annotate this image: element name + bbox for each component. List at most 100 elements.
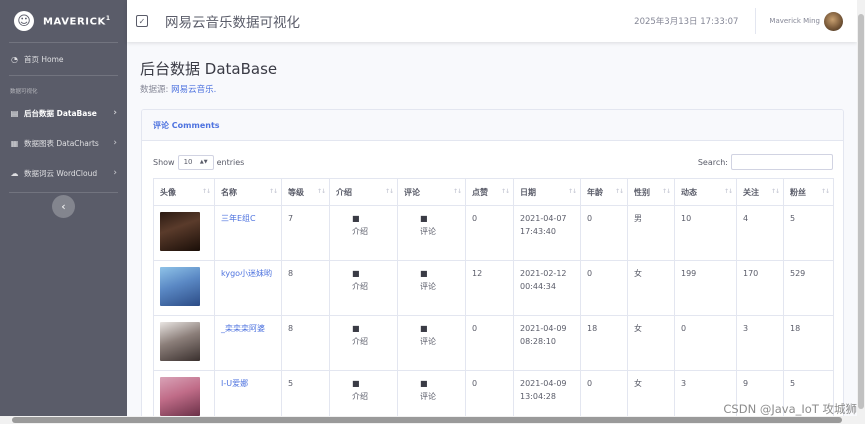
age-cell: 0 <box>580 260 628 316</box>
likes-cell: 12 <box>465 260 514 316</box>
folder-icon: ■ <box>420 214 428 223</box>
gender-cell: 男 <box>627 205 675 261</box>
source-prefix: 数据源: <box>140 85 169 95</box>
follows-cell: 3 <box>736 315 784 371</box>
level-cell: 8 <box>281 315 330 371</box>
gender-cell: 女 <box>627 260 675 316</box>
comment-label: 评论 <box>420 391 436 401</box>
events-cell: 0 <box>674 315 737 371</box>
avatar[interactable] <box>824 11 843 31</box>
comment-cell[interactable]: ■ 评论 <box>397 205 466 261</box>
column-header[interactable]: 等级 ↑↓ <box>281 178 330 206</box>
column-header[interactable]: 评论 ↑↓ <box>397 178 466 206</box>
table-header-row: 头像 ↑↓ 名称 ↑↓ 等级 ↑↓ 介绍 ↑↓ 评论 ↑↓ 点赞 ↑↓ 日期 ↑↓ 年龄 ↑↓ … <box>153 178 834 206</box>
intro-cell[interactable]: ■ 介绍 <box>329 260 398 316</box>
comment-label: 评论 <box>420 281 436 291</box>
folder-icon: ■ <box>420 379 428 388</box>
search-input[interactable] <box>731 154 833 170</box>
comment-cell[interactable]: ■ 评论 <box>397 315 466 371</box>
brand[interactable]: ☺ MAVERICK1 <box>0 0 127 42</box>
column-header[interactable]: 关注 ↑↓ <box>736 178 784 206</box>
smile-icon: ☺ <box>14 11 34 31</box>
gender-cell: 女 <box>627 315 675 371</box>
age-cell: 18 <box>580 315 628 371</box>
sidebar-item-label: 后台数据 DataBase <box>24 108 97 118</box>
intro-cell[interactable]: ■ 介绍 <box>329 205 398 261</box>
user-avatar-image <box>160 322 200 361</box>
date-cell: 2021-04-09 08:28:10 <box>513 315 581 371</box>
level-cell: 8 <box>281 260 330 316</box>
table-icon: ▤ <box>10 108 19 118</box>
column-header[interactable]: 点赞 ↑↓ <box>465 178 514 206</box>
sidebar-heading: 数据可视化 <box>10 89 38 95</box>
date-cell: 2021-02-12 00:44:34 <box>513 260 581 316</box>
watermark: CSDN @Java_IoT 攻城狮 <box>723 402 857 416</box>
likes-cell: 0 <box>465 205 514 261</box>
column-header[interactable]: 年龄 ↑↓ <box>580 178 628 206</box>
column-header[interactable]: 动态 ↑↓ <box>674 178 737 206</box>
sort-icon: ↑↓ <box>500 188 510 195</box>
column-header[interactable]: 头像 ↑↓ <box>153 178 215 206</box>
entries-select[interactable]: 10 ▲▼ <box>177 154 214 170</box>
column-header[interactable]: 名称 ↑↓ <box>214 178 282 206</box>
user-name-link[interactable]: _栾栾栾阿婆 <box>214 315 282 371</box>
intro-cell[interactable]: ■ 介绍 <box>329 315 398 371</box>
folder-icon: ■ <box>352 269 360 278</box>
sidebar-item-home[interactable]: ◔ 首页 Home <box>0 43 127 75</box>
follows-cell: 170 <box>736 260 784 316</box>
sidebar-item-label: 数据图表 DataCharts <box>24 138 99 148</box>
search-label: Search: <box>697 157 728 167</box>
datetime: 2025年3月13日 17:33:07 <box>634 17 739 27</box>
fans-cell: 5 <box>783 205 834 261</box>
page-subtitle: 数据源: 网易云音乐. <box>140 83 216 95</box>
comment-cell[interactable]: ■ 评论 <box>397 260 466 316</box>
check-square-icon[interactable]: ✓ <box>136 15 148 27</box>
sort-icon: ↑↓ <box>316 188 326 195</box>
sidebar-item-database[interactable]: ▤ 后台数据 DataBase › <box>0 98 127 128</box>
user-name-link[interactable]: kygo小迷妹哟 <box>214 260 282 316</box>
vertical-scrollbar-thumb[interactable] <box>858 14 864 409</box>
topbar-right: 2025年3月13日 17:33:07 Maverick Ming <box>634 0 857 42</box>
comment-label: 评论 <box>420 226 436 236</box>
sidebar-item-label: 首页 Home <box>24 54 64 64</box>
sidebar-item-datacharts[interactable]: ▦ 数据图表 DataCharts › <box>0 128 127 158</box>
events-cell: 199 <box>674 260 737 316</box>
column-header[interactable]: 日期 ↑↓ <box>513 178 581 206</box>
age-cell: 0 <box>580 205 628 261</box>
user-name[interactable]: Maverick Ming <box>769 17 820 25</box>
sort-icon: ↑↓ <box>770 188 780 195</box>
intro-label: 介绍 <box>352 281 368 291</box>
sidebar-item-wordcloud[interactable]: ☁ 数据词云 WordCloud › <box>0 158 127 188</box>
column-header[interactable]: 粉丝 ↑↓ <box>783 178 834 206</box>
source-link[interactable]: 网易云音乐. <box>171 85 216 95</box>
select-arrows-icon: ▲▼ <box>199 159 208 165</box>
folder-icon: ■ <box>352 324 360 333</box>
horizontal-scrollbar-thumb[interactable] <box>12 417 842 423</box>
comment-label: 评论 <box>420 336 436 346</box>
app-title: 网易云音乐数据可视化 <box>165 15 300 31</box>
user-avatar-image <box>160 267 200 306</box>
sort-icon: ↑↓ <box>452 188 462 195</box>
sort-icon: ↑↓ <box>201 188 211 195</box>
page-title: 后台数据 DataBase <box>140 60 278 78</box>
sidebar-divider <box>9 192 118 193</box>
chevron-right-icon: › <box>113 108 117 118</box>
avatar-cell <box>153 260 215 316</box>
table-controls: Show 10 ▲▼ entries Search: <box>153 152 833 172</box>
topbar: ✓ 网易云音乐数据可视化 2025年3月13日 17:33:07 Maveric… <box>127 0 857 42</box>
sidebar-toggle-button[interactable]: ‹ <box>52 195 75 218</box>
user-avatar-image <box>160 212 200 251</box>
table-row: 三年E组C 7 ■ 介绍 ■ 评论 0 2021-04-07 17:43:40 0 男… <box>153 205 834 261</box>
intro-label: 介绍 <box>352 336 368 346</box>
user-avatar-image <box>160 377 200 416</box>
table-row: kygo小迷妹哟 8 ■ 介绍 ■ 评论 12 2021-02-12 00:44:34… <box>153 260 834 316</box>
folder-icon: ■ <box>352 214 360 223</box>
entries-value: 10 <box>183 158 193 166</box>
vertical-scrollbar[interactable] <box>857 0 865 424</box>
entries-label: entries <box>216 157 245 167</box>
sort-icon: ↑↓ <box>567 188 577 195</box>
user-name-link[interactable]: 三年E组C <box>214 205 282 261</box>
column-header[interactable]: 性别 ↑↓ <box>627 178 675 206</box>
horizontal-scrollbar[interactable] <box>0 416 857 424</box>
column-header[interactable]: 介绍 ↑↓ <box>329 178 398 206</box>
